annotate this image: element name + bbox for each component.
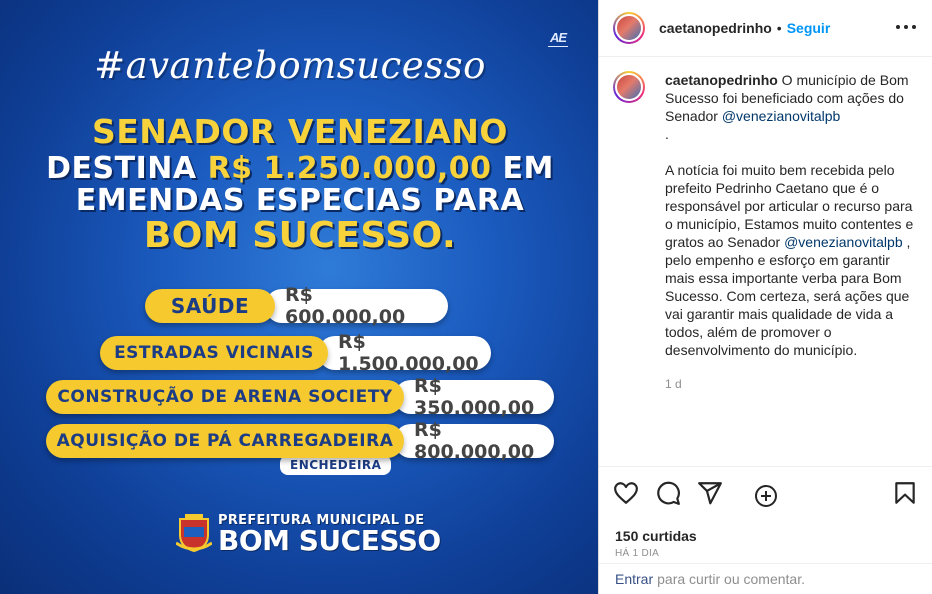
item-value: R$ 800.000,00	[394, 419, 554, 463]
item-value: R$ 350.000,00	[394, 375, 554, 419]
item-label: SAÚDE	[145, 289, 275, 323]
share-icon[interactable]	[697, 480, 723, 506]
post-header: caetanopedrinho • Seguir	[599, 0, 932, 57]
separator-dot: •	[776, 20, 782, 36]
mention-link[interactable]: @venezianovitalpb	[784, 234, 903, 250]
item-label: AQUISIÇÃO DE PÁ CARREGADEIRA	[46, 424, 404, 458]
mention-link[interactable]: @venezianovitalpb	[722, 108, 841, 124]
caption-area: caetanopedrinho O município de Bom Suces…	[599, 57, 932, 507]
post-date[interactable]: HÁ 1 DIA	[615, 548, 659, 559]
enchedeira-label: ENCHEDEIRA	[280, 455, 392, 475]
post-actions: 150 curtidas HÁ 1 DIA	[599, 466, 932, 563]
follow-button[interactable]: Seguir	[787, 20, 831, 36]
footer-bom-sucesso: BOM SUCESSO	[218, 524, 441, 557]
caption-text: caetanopedrinho O município de Bom Suces…	[665, 71, 918, 359]
like-heart-icon[interactable]	[613, 480, 639, 506]
item-label: ESTRADAS VICINAIS	[100, 336, 328, 370]
caption-username[interactable]: caetanopedrinho	[665, 72, 778, 88]
comment-bar: Entrar para curtir ou comentar.	[599, 563, 932, 594]
item-value: R$ 1.500.000,00	[318, 331, 491, 375]
coat-of-arms-icon	[176, 514, 212, 553]
headline-line2-prefix: DESTINA	[46, 151, 208, 186]
comment-prompt: para curtir ou comentar.	[657, 571, 805, 587]
avatar-photo	[615, 14, 643, 42]
poster-hashtag: #avantebomsucesso	[94, 44, 486, 87]
login-link[interactable]: Entrar	[615, 571, 653, 587]
headline-line1: SENADOR VENEZIANO	[92, 112, 508, 151]
caption-p1-end: .	[665, 126, 669, 142]
item-row-pa-carregadeira: AQUISIÇÃO DE PÁ CARREGADEIRA R$ 800.000,…	[46, 419, 554, 463]
item-value: R$ 600.000,00	[265, 284, 448, 328]
header-username[interactable]: caetanopedrinho	[659, 20, 772, 36]
caption-avatar[interactable]	[613, 71, 645, 103]
post-sidebar: caetanopedrinho • Seguir caetanopedrinho…	[598, 0, 932, 594]
ae-logo: AE	[547, 30, 569, 47]
item-row-arena: CONSTRUÇÃO DE ARENA SOCIETY R$ 350.000,0…	[46, 375, 554, 419]
item-row-saude: SAÚDE R$ 600.000,00	[145, 284, 448, 328]
headline-amount: R$ 1.250.000,00	[207, 151, 492, 186]
avatar[interactable]	[613, 12, 645, 44]
instagram-post-view: AE #avantebomsucesso SENADOR VENEZIANO D…	[0, 0, 932, 594]
item-row-estradas: ESTRADAS VICINAIS R$ 1.500.000,00	[100, 331, 491, 375]
likes-count[interactable]: 150 curtidas	[615, 528, 697, 544]
action-icons	[613, 480, 723, 506]
caption-p2-end: , pelo empenho e esforço em garantir mai…	[665, 234, 911, 358]
headline-line3: EMENDAS ESPECIAS PARA	[75, 183, 525, 218]
headline-line2: DESTINA R$ 1.250.000,00 EM	[0, 151, 598, 186]
caption-time-ago[interactable]: 1 d	[665, 377, 918, 391]
headline-line4: BOM SUCESSO.	[143, 215, 457, 256]
avatar-photo	[615, 73, 643, 101]
comment-icon[interactable]	[655, 480, 681, 506]
headline-line2-suffix: EM	[491, 151, 554, 186]
post-image[interactable]: AE #avantebomsucesso SENADOR VENEZIANO D…	[0, 0, 598, 594]
save-bookmark-icon[interactable]	[892, 480, 918, 506]
item-label: CONSTRUÇÃO DE ARENA SOCIETY	[46, 380, 404, 414]
more-options-icon[interactable]	[896, 19, 916, 35]
